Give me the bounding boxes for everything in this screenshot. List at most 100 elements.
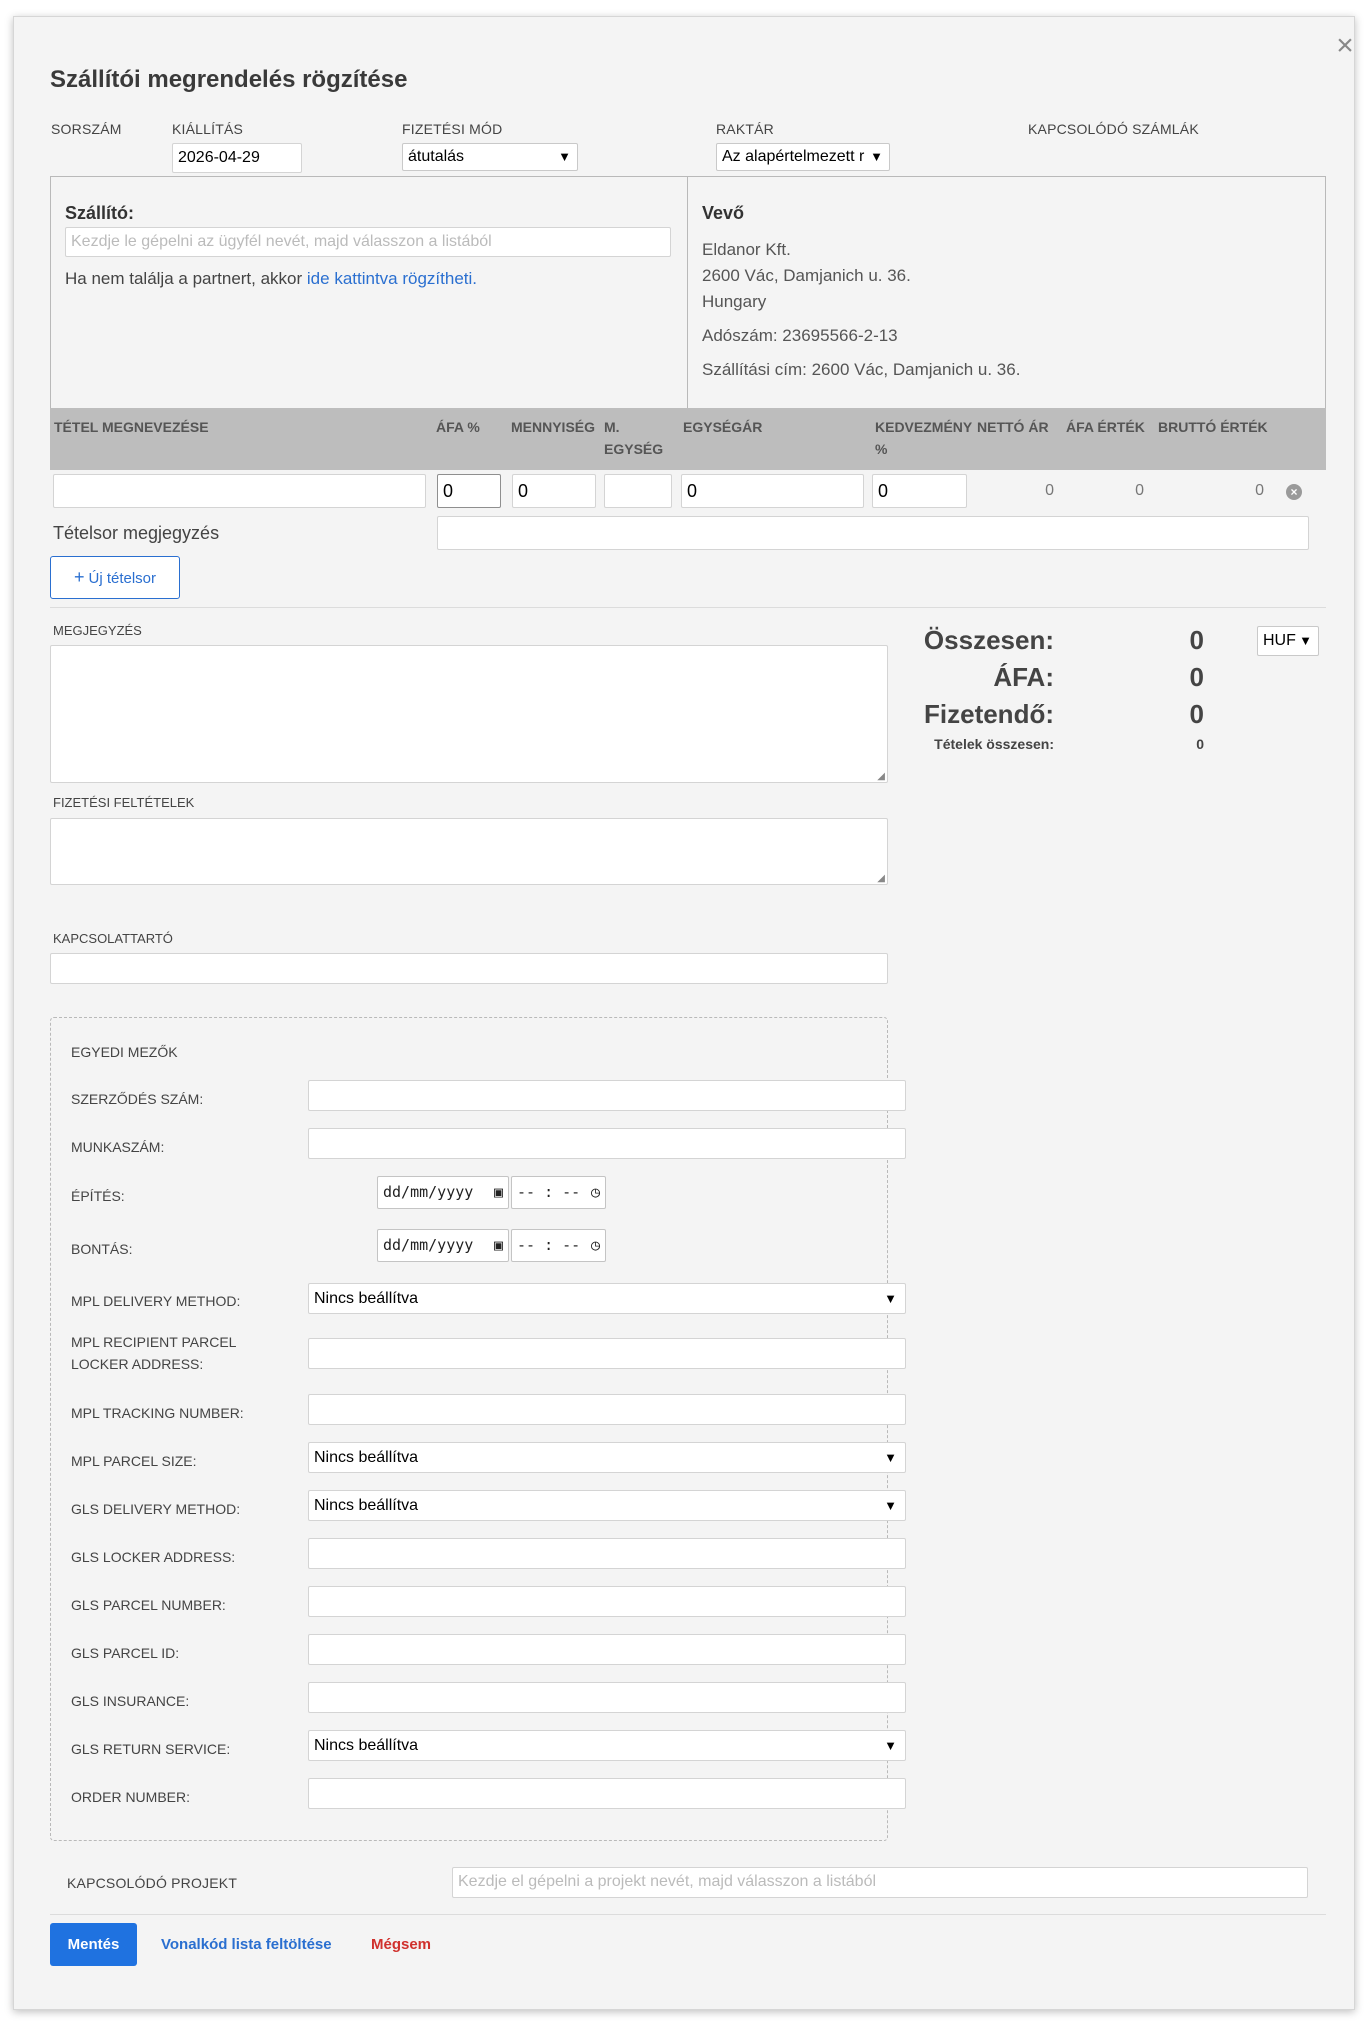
buyer-country: Hungary bbox=[702, 292, 767, 311]
triangle-down-icon: ▼ bbox=[1299, 633, 1312, 648]
mpl-tracking-input[interactable] bbox=[308, 1394, 906, 1425]
mpl-tracking-label: MPL TRACKING NUMBER: bbox=[71, 1405, 244, 1421]
divider bbox=[50, 607, 1326, 608]
gls-parcel-id-input[interactable] bbox=[308, 1634, 906, 1665]
payment-terms-textarea[interactable]: ◢ bbox=[50, 818, 888, 885]
payment-method-select[interactable]: átutalás ▼ bbox=[402, 143, 578, 171]
gls-return-service-value: Nincs beállítva bbox=[314, 1737, 419, 1754]
total-value: 0 bbox=[1189, 625, 1204, 655]
close-icon[interactable]: × bbox=[1330, 31, 1360, 61]
resize-grip-icon: ◢ bbox=[877, 873, 885, 884]
kiallitas-label: KIÁLLÍTÁS bbox=[172, 121, 244, 137]
gls-insurance-input[interactable] bbox=[308, 1682, 906, 1713]
supplier-help: Ha nem találja a partnert, akkor ide kat… bbox=[65, 269, 477, 289]
demolition-time-input[interactable]: -- : -- ◷ bbox=[511, 1229, 606, 1262]
contract-number-label: SZERZŐDÉS SZÁM: bbox=[71, 1091, 204, 1107]
build-date-placeholder: dd/mm/yyyy bbox=[383, 1183, 474, 1201]
buyer-details: Eldanor Kft. 2600 Vác, Damjanich u. 36. … bbox=[702, 237, 1020, 383]
fizetesi-feltetelek-label: FIZETÉSI FELTÉTELEK bbox=[53, 795, 195, 810]
item-vat-input[interactable]: 0 bbox=[437, 474, 501, 508]
calendar-icon[interactable]: ▣ bbox=[494, 1177, 503, 1208]
triangle-down-icon: ▼ bbox=[884, 1498, 897, 1513]
mpl-delivery-method-select[interactable]: Nincs beállítva ▼ bbox=[308, 1283, 906, 1314]
warehouse-select[interactable]: Az alapértelmezett r ▼ bbox=[716, 143, 890, 171]
add-item-button[interactable]: + Új tételsor bbox=[50, 556, 180, 599]
cancel-button[interactable]: Mégsem bbox=[371, 1923, 431, 1966]
project-search-input[interactable]: Kezdje el gépelni a projekt nevét, majd … bbox=[452, 1867, 1308, 1898]
order-dialog: × Szállítói megrendelés rögzítése SORSZÁ… bbox=[13, 16, 1355, 2010]
mpl-locker-label-line1: MPL RECIPIENT PARCEL bbox=[71, 1334, 237, 1350]
buyer-address: 2600 Vác, Damjanich u. 36. bbox=[702, 266, 911, 285]
kapcsolodo-szamlak-label: KAPCSOLÓDÓ SZÁMLÁK bbox=[1028, 121, 1199, 137]
save-button[interactable]: Mentés bbox=[50, 1923, 137, 1966]
order-number-label: ORDER NUMBER: bbox=[71, 1789, 191, 1805]
demolition-date-placeholder: dd/mm/yyyy bbox=[383, 1236, 474, 1254]
col-unit-price: EGYSÉGÁR bbox=[683, 419, 763, 435]
gls-return-service-select[interactable]: Nincs beállítva ▼ bbox=[308, 1730, 906, 1761]
gls-parcel-id-label: GLS PARCEL ID: bbox=[71, 1645, 180, 1661]
currency-select[interactable]: HUF ▼ bbox=[1257, 626, 1319, 656]
buyer-tax-number: Adószám: 23695566-2-13 bbox=[702, 326, 898, 345]
supplier-search-input[interactable]: Kezdje le gépelni az ügyfél nevét, majd … bbox=[65, 227, 671, 257]
job-number-input[interactable] bbox=[308, 1128, 906, 1159]
build-label: ÉPÍTÉS: bbox=[71, 1188, 125, 1204]
gls-parcel-number-input[interactable] bbox=[308, 1586, 906, 1617]
dialog-title: Szállítói megrendelés rögzítése bbox=[50, 66, 408, 93]
contact-input[interactable] bbox=[50, 953, 888, 984]
col-unit-line1: M. bbox=[604, 419, 620, 435]
mpl-delivery-method-value: Nincs beállítva bbox=[314, 1290, 419, 1307]
item-discount-input[interactable]: 0 bbox=[872, 474, 967, 508]
payable-value: 0 bbox=[1189, 699, 1204, 729]
col-discount-line2: % bbox=[875, 441, 888, 457]
footer-divider bbox=[50, 1914, 1326, 1915]
triangle-down-icon: ▼ bbox=[558, 149, 571, 164]
col-unit-line2: EGYSÉG bbox=[604, 441, 664, 457]
gls-insurance-label: GLS INSURANCE: bbox=[71, 1693, 190, 1709]
mpl-parcel-size-label: MPL PARCEL SIZE: bbox=[71, 1453, 197, 1469]
barcode-upload-button[interactable]: Vonalkód lista feltöltése bbox=[161, 1923, 332, 1966]
mpl-locker-input[interactable] bbox=[308, 1338, 906, 1369]
add-item-label: Új tételsor bbox=[88, 570, 157, 587]
add-partner-link[interactable]: ide kattintva rögzítheti. bbox=[307, 269, 477, 288]
total-label: Összesen: bbox=[923, 625, 1054, 655]
build-time-input[interactable]: -- : -- ◷ bbox=[511, 1176, 606, 1209]
gls-locker-address-input[interactable] bbox=[308, 1538, 906, 1569]
vat-total-value: 0 bbox=[1189, 662, 1204, 692]
fizetesi-mod-label: FIZETÉSI MÓD bbox=[402, 121, 503, 137]
item-unit-price-input[interactable]: 0 bbox=[681, 474, 864, 508]
payable-label: Fizetendő: bbox=[924, 699, 1054, 729]
calendar-icon[interactable]: ▣ bbox=[494, 1230, 503, 1261]
item-name-input[interactable] bbox=[53, 474, 426, 508]
remove-circle-icon[interactable]: × bbox=[1286, 484, 1302, 500]
col-unit: M. EGYSÉG bbox=[604, 416, 663, 460]
triangle-down-icon: ▼ bbox=[884, 1291, 897, 1306]
megjegyzes-label: MEGJEGYZÉS bbox=[53, 623, 142, 638]
contract-number-input[interactable] bbox=[308, 1080, 906, 1111]
triangle-down-icon: ▼ bbox=[884, 1450, 897, 1465]
item-net-value: 0 bbox=[1045, 482, 1054, 499]
project-label: KAPCSOLÓDÓ PROJEKT bbox=[67, 1875, 238, 1891]
clock-icon[interactable]: ◷ bbox=[591, 1177, 600, 1208]
issue-date-input[interactable]: 2026-04-29 bbox=[172, 143, 302, 173]
build-time-placeholder: -- : -- bbox=[517, 1183, 581, 1201]
supplier-help-text: Ha nem találja a partnert, akkor bbox=[65, 269, 307, 288]
mpl-parcel-size-value: Nincs beállítva bbox=[314, 1449, 419, 1466]
item-qty-input[interactable]: 0 bbox=[512, 474, 596, 508]
custom-fields-title: EGYEDI MEZŐK bbox=[71, 1044, 178, 1060]
item-note-input[interactable] bbox=[437, 516, 1309, 550]
item-unit-input[interactable] bbox=[604, 474, 672, 508]
mpl-parcel-size-select[interactable]: Nincs beállítva ▼ bbox=[308, 1442, 906, 1473]
order-number-input[interactable] bbox=[308, 1778, 906, 1809]
clock-icon[interactable]: ◷ bbox=[591, 1230, 600, 1261]
items-table-header: TÉTEL MEGNEVEZÉSE ÁFA % MENNYISÉG M. EGY… bbox=[50, 408, 1326, 470]
buyer-shipping-address: Szállítási cím: 2600 Vác, Damjanich u. 3… bbox=[702, 360, 1021, 379]
col-net: NETTÓ ÁR bbox=[977, 419, 1049, 435]
triangle-down-icon: ▼ bbox=[870, 149, 883, 164]
build-date-input[interactable]: dd/mm/yyyy ▣ bbox=[377, 1176, 509, 1209]
job-number-label: MUNKASZÁM: bbox=[71, 1139, 165, 1155]
note-textarea[interactable]: ◢ bbox=[50, 645, 888, 783]
demolition-date-input[interactable]: dd/mm/yyyy ▣ bbox=[377, 1229, 509, 1262]
gls-return-service-label: GLS RETURN SERVICE: bbox=[71, 1741, 231, 1757]
payment-method-value: átutalás bbox=[408, 148, 465, 165]
gls-delivery-method-select[interactable]: Nincs beállítva ▼ bbox=[308, 1490, 906, 1521]
